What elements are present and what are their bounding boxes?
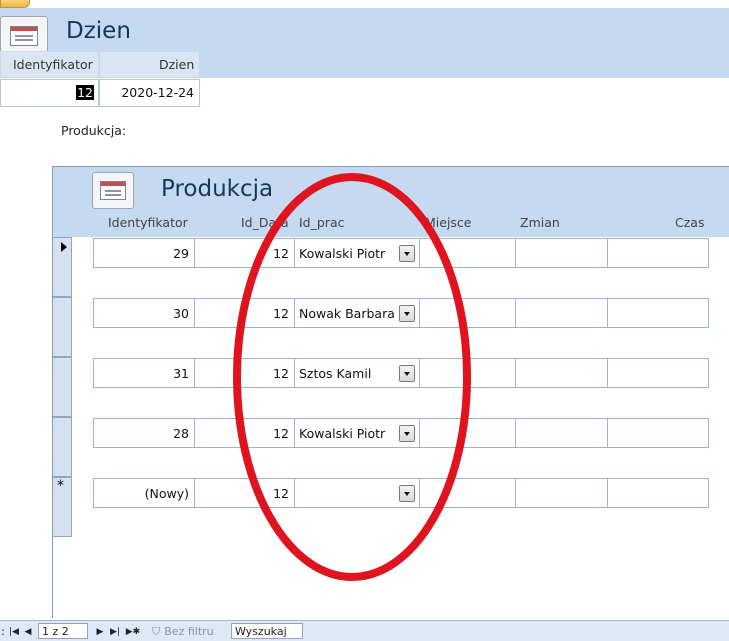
access-form-window: Dzien Identyfikator Dzien 12 2020-12-24 … xyxy=(0,0,729,641)
col-header-zmian: Zmian xyxy=(520,215,560,230)
row-miejsce-cell[interactable] xyxy=(419,418,516,448)
row-id-data-cell[interactable]: 12 xyxy=(194,298,295,328)
row-zmian-cell[interactable] xyxy=(515,298,608,328)
dzien-label: Dzien xyxy=(159,57,195,72)
next-record-icon[interactable]: ▶ xyxy=(94,624,106,639)
row-id-data-value: 12 xyxy=(273,365,289,381)
col-header-id-data: Id_Data xyxy=(241,215,289,230)
last-record-icon[interactable]: ▶| xyxy=(108,624,122,639)
row-identyfikator-cell[interactable]: 31 xyxy=(93,358,195,388)
subform-title: Produkcja xyxy=(161,176,274,202)
row-miejsce-cell[interactable] xyxy=(419,358,516,388)
previous-record-icon[interactable]: ◀ xyxy=(22,624,34,639)
col-header-czas: Czas xyxy=(675,215,705,230)
dzien-value: 2020-12-24 xyxy=(121,85,194,100)
row-czas-cell[interactable] xyxy=(607,238,709,268)
row-zmian-cell[interactable] xyxy=(515,418,608,448)
identyfikator-field[interactable]: 12 xyxy=(0,79,99,107)
row-id-prac-value: Kowalski Piotr xyxy=(299,245,386,261)
search-placeholder: Wyszukaj xyxy=(235,624,287,638)
first-record-icon[interactable]: |◀ xyxy=(8,624,20,639)
new-row-id-prac-combo[interactable] xyxy=(294,478,420,508)
record-selector-current[interactable] xyxy=(53,237,72,297)
row-id-prac-value: Nowak Barbara xyxy=(299,305,395,321)
new-record-icon[interactable]: ▶✱ xyxy=(125,624,141,639)
dropdown-arrow-icon[interactable] xyxy=(399,305,415,322)
row-identyfikator-value: 28 xyxy=(173,425,189,441)
row-id-prac-value: Sztos Kamil xyxy=(299,365,372,381)
record-selector-new[interactable]: * xyxy=(53,477,72,537)
search-input[interactable]: Wyszukaj xyxy=(231,623,303,639)
record-selector[interactable] xyxy=(53,417,72,477)
row-czas-cell[interactable] xyxy=(607,298,709,328)
record-selector[interactable] xyxy=(53,357,72,417)
filter-icon: ⛉ xyxy=(152,624,161,638)
row-id-data-cell[interactable]: 12 xyxy=(194,418,295,448)
new-row-zmian-cell[interactable] xyxy=(515,478,608,508)
row-id-prac-combo[interactable]: Kowalski Piotr xyxy=(294,238,420,268)
row-id-prac-combo[interactable]: Kowalski Piotr xyxy=(294,418,420,448)
record-navigation-bar: : |◀ ◀ 1 z 2 ▶ ▶| ▶✱ ⛉ Bez filtru Wyszuk… xyxy=(0,620,729,641)
new-row-id-data-value: 12 xyxy=(273,485,289,501)
row-id-data-value: 12 xyxy=(273,305,289,321)
col-header-identyfikator: Identyfikator xyxy=(108,215,188,230)
row-czas-cell[interactable] xyxy=(607,358,709,388)
row-identyfikator-cell[interactable]: 30 xyxy=(93,298,195,328)
row-zmian-cell[interactable] xyxy=(515,358,608,388)
dropdown-arrow-icon[interactable] xyxy=(399,365,415,382)
row-id-prac-combo[interactable]: Sztos Kamil xyxy=(294,358,420,388)
new-row-czas-cell[interactable] xyxy=(607,478,709,508)
row-id-data-cell[interactable]: 12 xyxy=(194,238,295,268)
row-id-prac-combo[interactable]: Nowak Barbara xyxy=(294,298,420,328)
row-id-data-cell[interactable]: 12 xyxy=(194,358,295,388)
record-selector[interactable] xyxy=(53,297,72,357)
row-id-prac-value: Kowalski Piotr xyxy=(299,425,386,441)
new-record-marker: * xyxy=(57,478,64,494)
filter-indicator[interactable]: ⛉ Bez filtru xyxy=(152,624,224,639)
dropdown-arrow-icon[interactable] xyxy=(399,245,415,262)
dzien-field[interactable]: 2020-12-24 xyxy=(99,79,200,107)
produkcja-subform-label: Produkcja: xyxy=(61,123,127,138)
dropdown-arrow-icon[interactable] xyxy=(399,485,415,502)
record-position-field[interactable]: 1 z 2 xyxy=(38,623,88,639)
nav-prefix: : xyxy=(1,625,5,638)
col-header-miejsce: Miejsce xyxy=(425,215,472,230)
new-row-miejsce-cell[interactable] xyxy=(419,478,516,508)
form-icon xyxy=(0,16,48,56)
new-row-id-data-cell[interactable]: 12 xyxy=(194,478,295,508)
row-miejsce-cell[interactable] xyxy=(419,238,516,268)
document-tab[interactable] xyxy=(0,0,30,8)
form-title: Dzien xyxy=(66,18,131,44)
row-identyfikator-value: 29 xyxy=(173,245,189,261)
identyfikator-value: 12 xyxy=(76,85,94,100)
col-header-id-prac: Id_prac xyxy=(299,215,345,230)
produkcja-subform: Produkcja Identyfikator Id_Data Id_prac … xyxy=(52,166,729,618)
row-id-data-value: 12 xyxy=(273,425,289,441)
filter-label: Bez filtru xyxy=(164,625,214,638)
row-identyfikator-value: 31 xyxy=(173,365,189,381)
new-row-identyfikator-value: (Nowy) xyxy=(144,485,189,501)
record-position-value: 1 z 2 xyxy=(42,624,69,638)
row-identyfikator-cell[interactable]: 28 xyxy=(93,418,195,448)
dropdown-arrow-icon[interactable] xyxy=(399,425,415,442)
new-row-identyfikator-cell[interactable]: (Nowy) xyxy=(93,478,195,508)
row-identyfikator-value: 30 xyxy=(173,305,189,321)
row-zmian-cell[interactable] xyxy=(515,238,608,268)
subform-icon xyxy=(92,172,134,209)
identyfikator-label: Identyfikator xyxy=(13,57,93,72)
row-czas-cell[interactable] xyxy=(607,418,709,448)
row-id-data-value: 12 xyxy=(273,245,289,261)
row-miejsce-cell[interactable] xyxy=(419,298,516,328)
row-identyfikator-cell[interactable]: 29 xyxy=(93,238,195,268)
